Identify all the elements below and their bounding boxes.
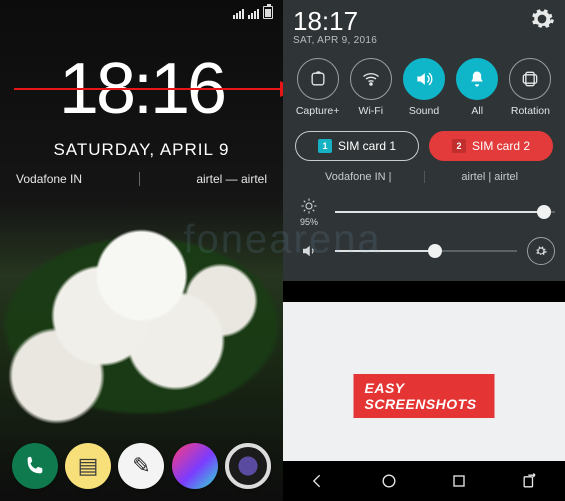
- note-icon: ▤: [78, 453, 99, 479]
- signal-icon: [233, 9, 244, 19]
- nav-recent[interactable]: [424, 461, 495, 501]
- sim1-button[interactable]: 1 SIM card 1: [295, 131, 419, 161]
- carrier-1: Vodafone IN: [16, 172, 82, 186]
- recent-icon: [449, 471, 469, 491]
- volume-settings-button[interactable]: [527, 237, 555, 265]
- bell-icon: [467, 69, 487, 89]
- shade-date: SAT, APR 9, 2016: [293, 35, 377, 46]
- qs-wifi[interactable]: Wi-Fi: [346, 58, 395, 117]
- qs-label: Wi-Fi: [359, 105, 384, 117]
- sim2-badge: 2: [452, 139, 466, 153]
- qs-rotation[interactable]: Rotation: [506, 58, 555, 117]
- gallery-app[interactable]: [172, 443, 218, 489]
- notification-area[interactable]: EASY SCREENSHOTS: [283, 302, 565, 461]
- signal-icon: [248, 9, 259, 19]
- shade-header: 18:17 SAT, APR 9, 2016: [293, 6, 555, 46]
- notification-shade[interactable]: 18:17 SAT, APR 9, 2016 Capture+ Wi-Fi: [283, 0, 565, 281]
- nav-sim-switch[interactable]: [495, 461, 565, 501]
- qs-capture-plus[interactable]: Capture+: [293, 58, 342, 117]
- divider: [139, 172, 140, 186]
- sound-icon: [414, 69, 434, 89]
- carrier-info-row: Vodafone IN | airtel | airtel: [293, 171, 555, 183]
- qs-all[interactable]: All: [453, 58, 502, 117]
- sim1-label: SIM card 1: [338, 139, 396, 153]
- nav-back[interactable]: [283, 461, 354, 501]
- wifi-icon: [361, 69, 381, 89]
- gear-icon: [529, 6, 555, 32]
- pen-icon: ✎: [132, 453, 150, 479]
- brightness-row: 95%: [293, 197, 555, 227]
- qs-label: Sound: [409, 105, 439, 117]
- rotation-icon: [520, 69, 540, 89]
- brightness-percent: 95%: [300, 217, 318, 227]
- lock-screen: 18:16 SATURDAY, APRIL 9 Vodafone IN airt…: [0, 0, 283, 501]
- sim-selector-row: 1 SIM card 1 2 SIM card 2: [293, 131, 555, 161]
- guide-arrow: [14, 88, 294, 90]
- volume-icon: [300, 242, 318, 260]
- camera-app[interactable]: [225, 443, 271, 489]
- promo-banner: EASY SCREENSHOTS: [354, 374, 495, 418]
- qs-sound[interactable]: Sound: [399, 58, 448, 117]
- shade-clock: 18:17: [293, 6, 377, 37]
- notification-shade-screen: 18:17 SAT, APR 9, 2016 Capture+ Wi-Fi: [283, 0, 565, 501]
- qs-label: Capture+: [296, 105, 340, 117]
- navigation-bar: [283, 461, 565, 501]
- gear-icon: [534, 244, 548, 258]
- sim-switch-icon: [520, 471, 540, 491]
- carrier-info-1: Vodafone IN |: [293, 171, 424, 183]
- volume-slider[interactable]: [335, 250, 517, 252]
- phone-icon: [24, 455, 46, 477]
- capture-plus-icon: [308, 69, 328, 89]
- carrier-2: airtel — airtel: [196, 172, 267, 186]
- home-icon: [379, 471, 399, 491]
- back-icon: [308, 471, 328, 491]
- sim2-label: SIM card 2: [472, 139, 530, 153]
- sim1-badge: 1: [318, 139, 332, 153]
- lock-date: SATURDAY, APRIL 9: [0, 140, 283, 160]
- volume-row: [293, 237, 555, 265]
- sim2-button[interactable]: 2 SIM card 2: [429, 131, 553, 161]
- quick-settings-row: Capture+ Wi-Fi Sound All Rotation: [293, 58, 555, 117]
- memo-app[interactable]: ▤: [65, 443, 111, 489]
- dock: ▤ ✎: [0, 443, 283, 489]
- carrier-info-2: airtel | airtel: [425, 171, 556, 183]
- nav-home[interactable]: [354, 461, 425, 501]
- status-bar-left: [233, 6, 273, 19]
- carrier-row: Vodafone IN airtel — airtel: [0, 172, 283, 186]
- capture-app[interactable]: ✎: [118, 443, 164, 489]
- phone-app[interactable]: [12, 443, 58, 489]
- brightness-icon: [300, 197, 318, 215]
- battery-icon: [263, 6, 273, 19]
- settings-button[interactable]: [529, 6, 555, 32]
- brightness-slider[interactable]: [335, 211, 555, 213]
- qs-label: Rotation: [511, 105, 550, 117]
- qs-label: All: [471, 105, 483, 117]
